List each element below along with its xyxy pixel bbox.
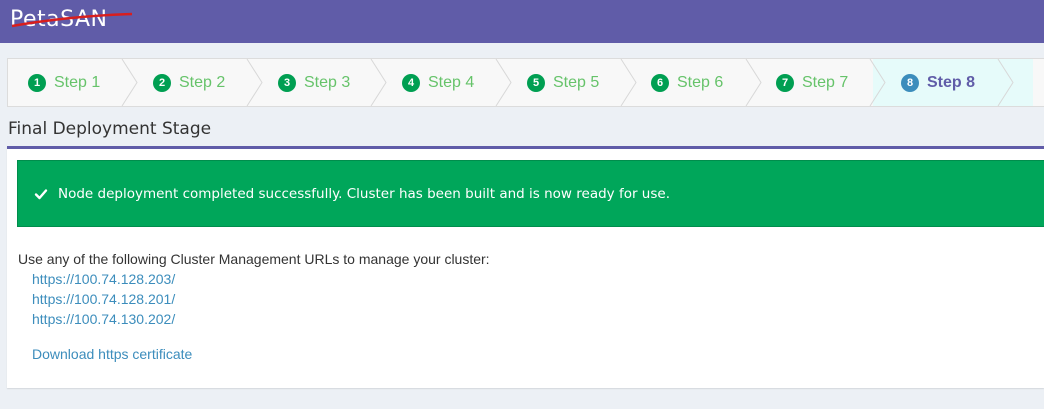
step-label: Step 4 <box>428 73 475 91</box>
top-header-bar: PetaSAN <box>0 0 1044 43</box>
step-8[interactable]: 8 Step 8 <box>901 59 975 106</box>
cluster-url-link[interactable]: https://100.74.128.203/ <box>32 271 175 287</box>
cluster-url-link[interactable]: https://100.74.128.201/ <box>32 291 175 307</box>
cluster-url-link[interactable]: https://100.74.130.202/ <box>32 311 175 327</box>
step-number-badge: 8 <box>901 73 919 92</box>
step-label: Step 1 <box>54 73 101 91</box>
step-label: Step 7 <box>802 73 849 91</box>
logo-swoosh-icon <box>11 12 133 28</box>
step-label: Step 5 <box>553 73 600 91</box>
alert-message: Node deployment completed successfully. … <box>58 185 670 202</box>
step-4[interactable]: 4 Step 4 <box>402 59 474 106</box>
step-label: Step 6 <box>677 73 724 91</box>
step-number-badge: 6 <box>651 73 669 92</box>
step-number-badge: 7 <box>776 73 794 92</box>
step-number-badge: 2 <box>153 73 171 92</box>
step-number-badge: 3 <box>278 73 296 92</box>
step-number-badge: 5 <box>527 73 545 92</box>
step-label: Step 2 <box>179 73 226 91</box>
intro-text: Use any of the following Cluster Managem… <box>18 251 490 267</box>
step-7[interactable]: 7 Step 7 <box>776 59 848 106</box>
deployment-panel: Node deployment completed successfully. … <box>7 146 1044 388</box>
check-icon <box>34 188 48 199</box>
success-alert: Node deployment completed successfully. … <box>17 160 1044 227</box>
page-title: Final Deployment Stage <box>8 119 212 139</box>
step-6[interactable]: 6 Step 6 <box>651 59 723 106</box>
download-certificate-link[interactable]: Download https certificate <box>32 346 192 362</box>
step-2[interactable]: 2 Step 2 <box>153 59 225 106</box>
step-1[interactable]: 1 Step 1 <box>28 59 100 106</box>
step-label: Step 3 <box>304 73 351 91</box>
wizard-steps: 1 Step 1 2 Step 2 3 Step 3 4 Step 4 5 St… <box>7 58 1044 107</box>
step-3[interactable]: 3 Step 3 <box>278 59 350 106</box>
step-number-badge: 1 <box>28 73 46 92</box>
step-5[interactable]: 5 Step 5 <box>527 59 599 106</box>
step-label: Step 8 <box>927 73 976 91</box>
step-number-badge: 4 <box>402 73 420 92</box>
